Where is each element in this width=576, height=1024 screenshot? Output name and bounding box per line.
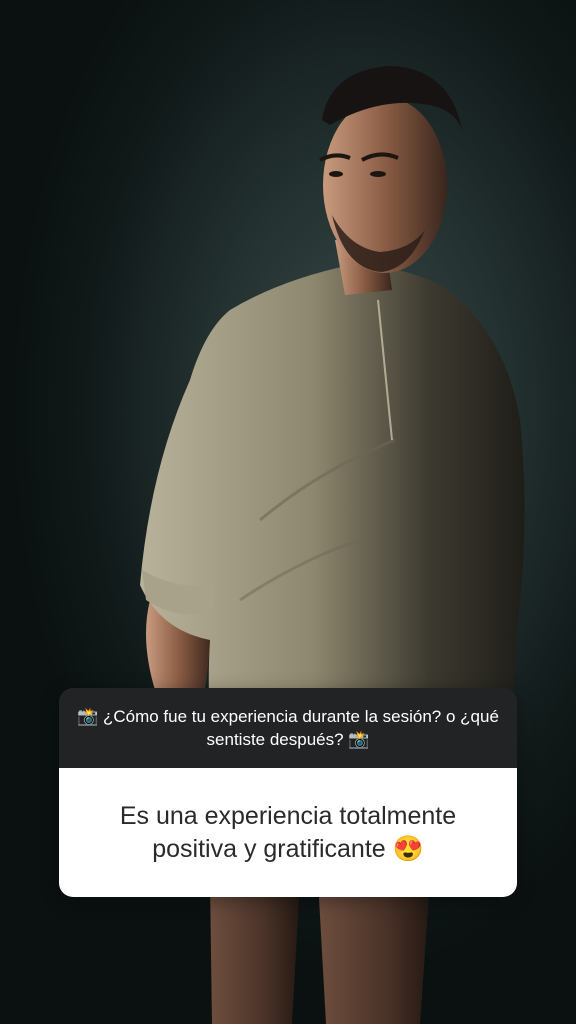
story-canvas: 📸 ¿Cómo fue tu experiencia durante la se… (0, 0, 576, 1024)
question-text: 📸 ¿Cómo fue tu experiencia durante la se… (59, 688, 517, 768)
question-answer-sticker[interactable]: 📸 ¿Cómo fue tu experiencia durante la se… (59, 688, 517, 897)
answer-text: Es una experiencia totalmente positiva y… (59, 768, 517, 897)
